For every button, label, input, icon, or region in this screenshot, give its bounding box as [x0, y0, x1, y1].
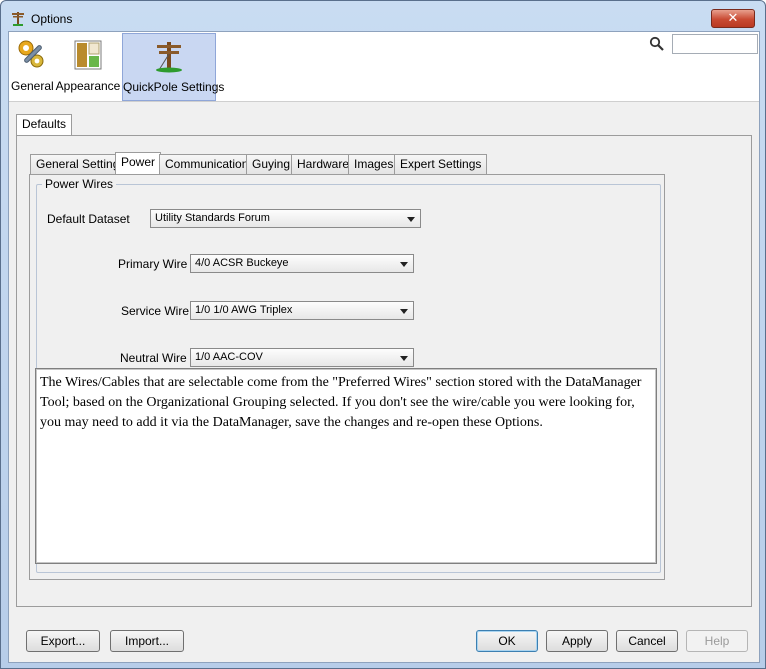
chevron-down-icon [400, 262, 408, 267]
group-title: Power Wires [42, 177, 117, 191]
tab-defaults[interactable]: Defaults [16, 114, 73, 136]
tab-label: Communications [165, 157, 255, 171]
tab-guying[interactable]: Guying [246, 154, 297, 174]
tab-label: Defaults [22, 117, 67, 131]
help-button[interactable]: Help [686, 630, 748, 652]
tab-label: General Settings [36, 157, 126, 171]
utility-pole-icon [156, 42, 182, 73]
service-wire-select[interactable]: 1/0 1/0 AWG Triplex [190, 301, 414, 320]
category-bar: General Appearance QuickPole Settings [9, 32, 759, 102]
tab-label: Hardware [297, 157, 350, 171]
cancel-button[interactable]: Cancel [616, 630, 678, 652]
search-input[interactable] [672, 34, 758, 54]
window-title: Options [31, 12, 73, 26]
category-label: QuickPole Settings [123, 80, 225, 94]
close-button[interactable]: ✕ [711, 9, 755, 28]
primary-wire-label: Primary Wire [118, 257, 188, 271]
apply-button[interactable]: Apply [546, 630, 608, 652]
chevron-down-icon [400, 309, 408, 314]
defaults-panel: General Settings Power Communications Gu… [16, 135, 752, 607]
tab-label: Power [121, 155, 156, 169]
category-label: General [11, 79, 54, 93]
service-wire-label: Service Wire [121, 304, 190, 318]
info-text: The Wires/Cables that are selectable com… [36, 369, 656, 563]
tab-power[interactable]: Power [115, 152, 162, 174]
options-window: Options ✕ General Appearance QuickPole S… [0, 0, 766, 669]
category-label: Appearance [55, 79, 121, 93]
search-icon [649, 36, 664, 51]
select-value: Utility Standards Forum [155, 212, 270, 224]
neutral-wire-label: Neutral Wire [120, 351, 187, 365]
tab-label: Images [354, 157, 394, 171]
select-value: 1/0 AAC-COV [195, 351, 263, 363]
category-general[interactable]: General [11, 33, 54, 101]
tab-images[interactable]: Images [348, 154, 400, 174]
category-appearance[interactable]: Appearance [55, 33, 121, 101]
tab-label: Guying [252, 157, 291, 171]
appearance-icon [74, 40, 102, 70]
select-value: 1/0 1/0 AWG Triplex [195, 304, 293, 316]
default-dataset-label: Default Dataset [47, 212, 130, 226]
chevron-down-icon [407, 217, 415, 222]
utility-pole-icon [12, 12, 24, 26]
export-button[interactable]: Export... [26, 630, 100, 652]
tab-expert-settings[interactable]: Expert Settings [394, 154, 488, 174]
tab-label: Expert Settings [400, 157, 482, 171]
close-icon: ✕ [727, 10, 739, 25]
select-value: 4/0 ACSR Buckeye [195, 257, 289, 269]
info-text-area: The Wires/Cables that are selectable com… [35, 368, 657, 564]
default-dataset-select[interactable]: Utility Standards Forum [150, 209, 421, 228]
import-button[interactable]: Import... [110, 630, 184, 652]
tab-hardware[interactable]: Hardware [291, 154, 356, 174]
client-area: General Appearance QuickPole Settings De… [8, 31, 760, 663]
primary-wire-select[interactable]: 4/0 ACSR Buckeye [190, 254, 414, 273]
neutral-wire-select[interactable]: 1/0 AAC-COV [190, 348, 414, 367]
gears-wrench-icon [18, 40, 44, 68]
title-bar[interactable]: Options ✕ [1, 1, 765, 31]
ok-button[interactable]: OK [476, 630, 538, 652]
power-panel: Power Wires Default Dataset Utility Stan… [29, 174, 665, 580]
category-quickpole-settings[interactable]: QuickPole Settings [122, 33, 225, 101]
chevron-down-icon [400, 356, 408, 361]
